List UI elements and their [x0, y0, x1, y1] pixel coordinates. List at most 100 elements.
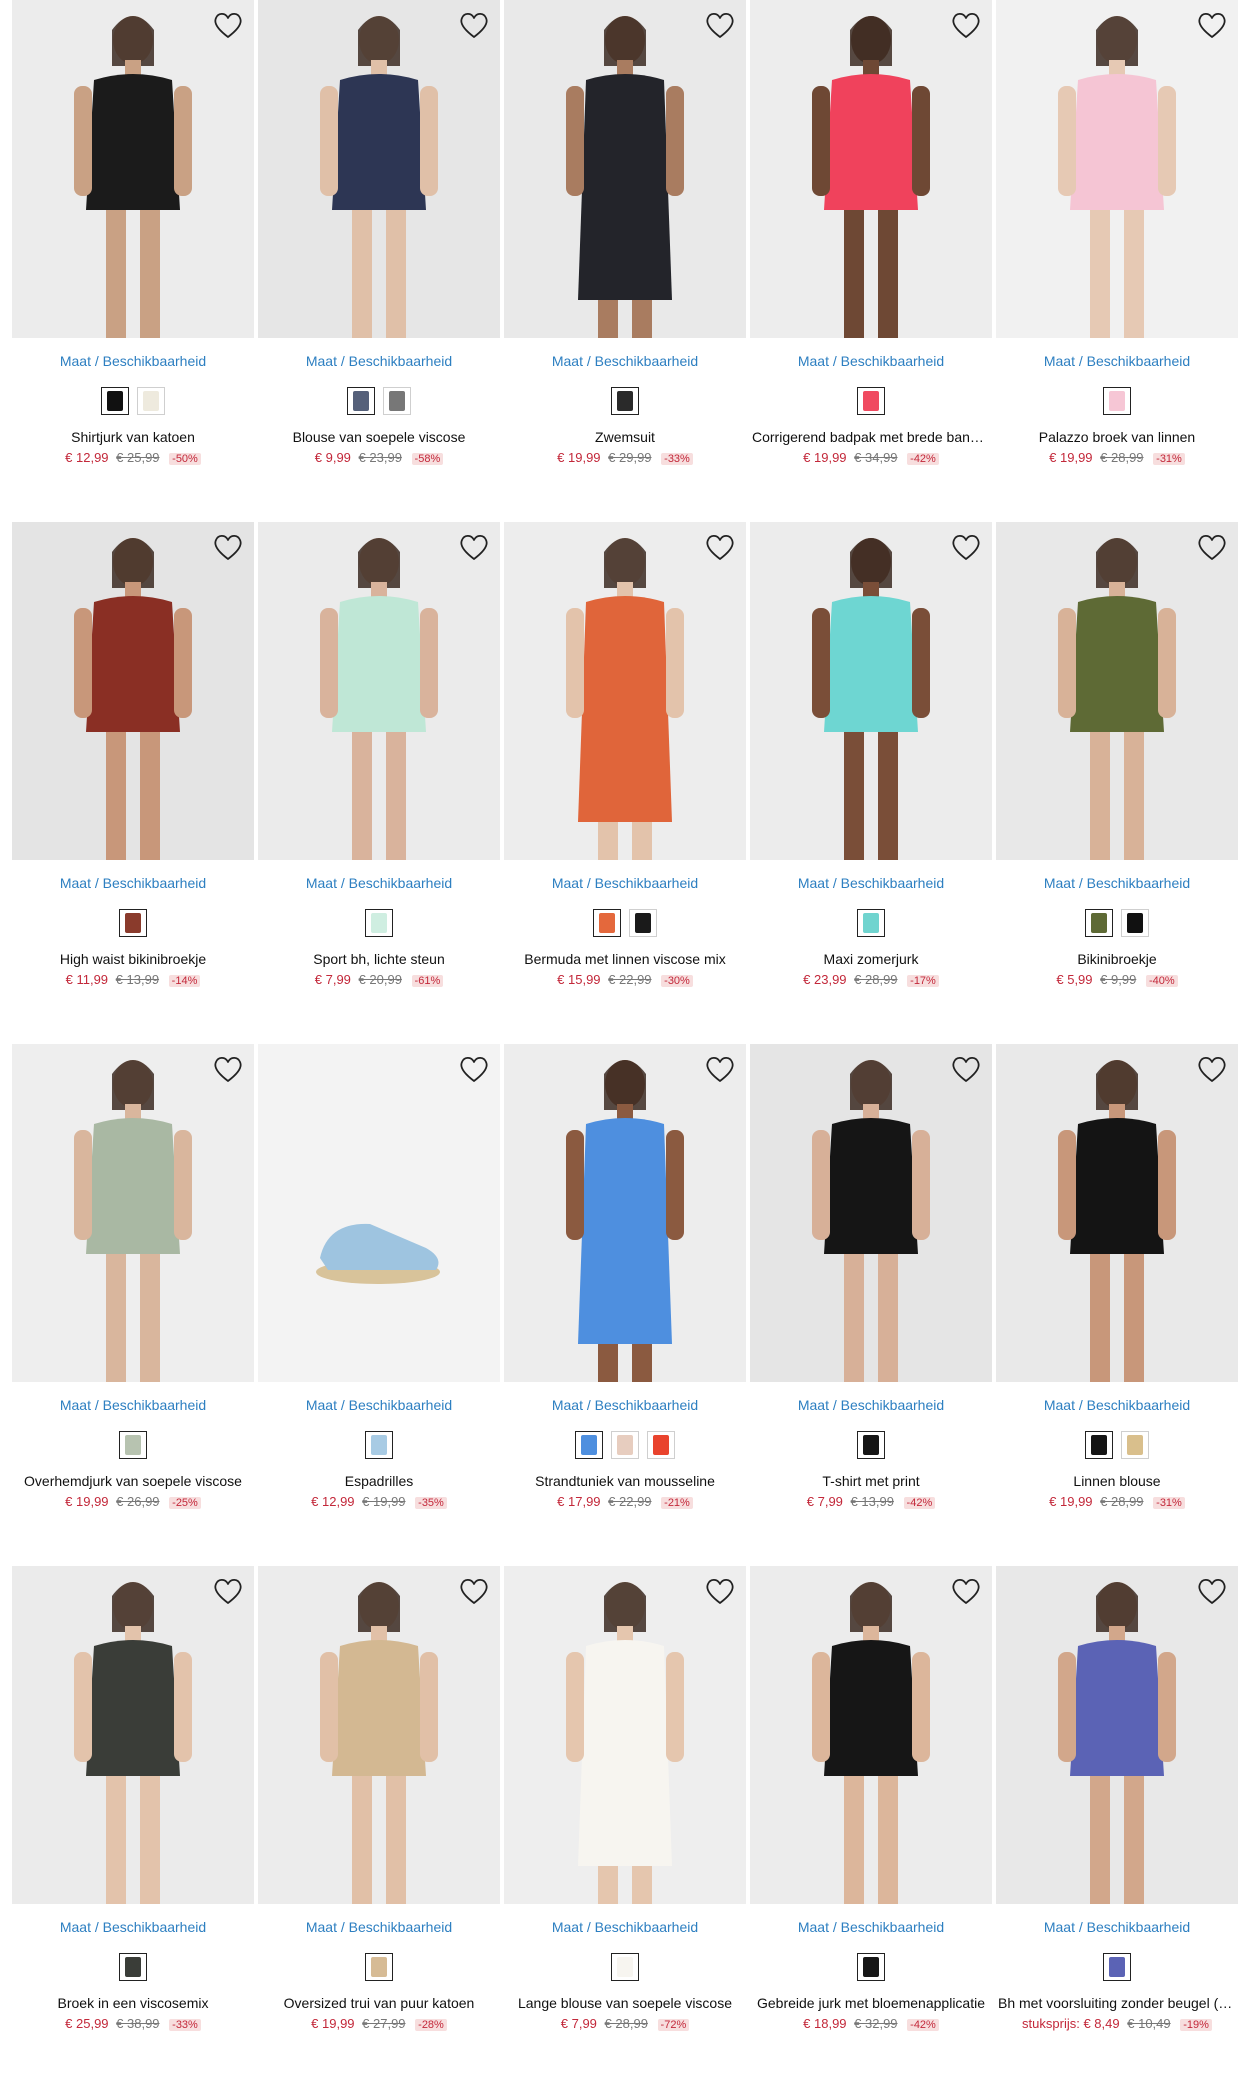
heart-icon[interactable] — [950, 1576, 982, 1606]
size-availability-link[interactable]: Maat / Beschikbaarheid — [996, 874, 1238, 892]
product-image[interactable] — [258, 522, 500, 860]
heart-icon[interactable] — [458, 532, 490, 562]
product-name[interactable]: Bermuda met linnen viscose mix — [504, 950, 746, 968]
heart-icon[interactable] — [950, 10, 982, 40]
product-image[interactable] — [750, 0, 992, 338]
product-card[interactable]: Maat / Beschikbaarheid Zwemsuit € 19,99 … — [504, 0, 746, 522]
product-name[interactable]: Espadrilles — [258, 1472, 500, 1490]
product-card[interactable]: Maat / Beschikbaarheid T-shirt met print… — [750, 1044, 992, 1566]
product-name[interactable]: Maxi zomerjurk — [750, 950, 992, 968]
heart-icon[interactable] — [212, 10, 244, 40]
product-image[interactable] — [750, 522, 992, 860]
product-card[interactable]: Maat / Beschikbaarheid Shirtjurk van kat… — [12, 0, 254, 522]
size-availability-link[interactable]: Maat / Beschikbaarheid — [504, 874, 746, 892]
heart-icon[interactable] — [1196, 1576, 1228, 1606]
color-swatch[interactable] — [857, 1431, 885, 1459]
color-swatch[interactable] — [857, 909, 885, 937]
size-availability-link[interactable]: Maat / Beschikbaarheid — [12, 352, 254, 370]
color-swatch[interactable] — [611, 1953, 639, 1981]
color-swatch[interactable] — [611, 387, 639, 415]
product-card[interactable]: Maat / Beschikbaarheid Palazzo broek van… — [996, 0, 1238, 522]
color-swatch[interactable] — [119, 1431, 147, 1459]
heart-icon[interactable] — [950, 1054, 982, 1084]
product-image[interactable] — [258, 1044, 500, 1382]
product-name[interactable]: Overhemdjurk van soepele viscose — [12, 1472, 254, 1490]
size-availability-link[interactable]: Maat / Beschikbaarheid — [504, 352, 746, 370]
product-card[interactable]: Maat / Beschikbaarheid High waist bikini… — [12, 522, 254, 1044]
product-image[interactable] — [12, 522, 254, 860]
heart-icon[interactable] — [212, 1054, 244, 1084]
product-name[interactable]: Linnen blouse — [996, 1472, 1238, 1490]
product-name[interactable]: Palazzo broek van linnen — [996, 428, 1238, 446]
color-swatch[interactable] — [857, 387, 885, 415]
color-swatch[interactable] — [383, 387, 411, 415]
color-swatch[interactable] — [119, 1953, 147, 1981]
product-card[interactable]: Maat / Beschikbaarheid Bh met voorsluiti… — [996, 1566, 1238, 2088]
color-swatch[interactable] — [611, 1431, 639, 1459]
heart-icon[interactable] — [458, 1576, 490, 1606]
color-swatch[interactable] — [1103, 387, 1131, 415]
heart-icon[interactable] — [458, 10, 490, 40]
color-swatch[interactable] — [365, 1431, 393, 1459]
product-image[interactable] — [12, 1044, 254, 1382]
color-swatch[interactable] — [1121, 909, 1149, 937]
color-swatch[interactable] — [1121, 1431, 1149, 1459]
heart-icon[interactable] — [950, 532, 982, 562]
size-availability-link[interactable]: Maat / Beschikbaarheid — [258, 352, 500, 370]
product-image[interactable] — [750, 1044, 992, 1382]
product-image[interactable] — [504, 0, 746, 338]
product-name[interactable]: Broek in een viscosemix — [12, 1994, 254, 2012]
product-name[interactable]: Oversized trui van puur katoen — [258, 1994, 500, 2012]
size-availability-link[interactable]: Maat / Beschikbaarheid — [750, 352, 992, 370]
product-name[interactable]: Strandtuniek van mousseline — [504, 1472, 746, 1490]
product-name[interactable]: Bikinibroekje — [996, 950, 1238, 968]
heart-icon[interactable] — [212, 532, 244, 562]
product-card[interactable]: Maat / Beschikbaarheid Sport bh, lichte … — [258, 522, 500, 1044]
size-availability-link[interactable]: Maat / Beschikbaarheid — [996, 352, 1238, 370]
product-card[interactable]: Maat / Beschikbaarheid Lange blouse van … — [504, 1566, 746, 2088]
heart-icon[interactable] — [212, 1576, 244, 1606]
product-name[interactable]: T-shirt met print — [750, 1472, 992, 1490]
product-card[interactable]: Maat / Beschikbaarheid Corrigerend badpa… — [750, 0, 992, 522]
product-name[interactable]: Bh met voorsluiting zonder beugel (2 stu… — [996, 1994, 1238, 2012]
product-name[interactable]: Corrigerend badpak met brede bandjes — [750, 428, 992, 446]
product-card[interactable]: Maat / Beschikbaarheid Blouse van soepel… — [258, 0, 500, 522]
product-image[interactable] — [12, 0, 254, 338]
heart-icon[interactable] — [1196, 10, 1228, 40]
product-image[interactable] — [504, 522, 746, 860]
size-availability-link[interactable]: Maat / Beschikbaarheid — [996, 1396, 1238, 1414]
product-image[interactable] — [750, 1566, 992, 1904]
size-availability-link[interactable]: Maat / Beschikbaarheid — [750, 1396, 992, 1414]
heart-icon[interactable] — [1196, 532, 1228, 562]
color-swatch[interactable] — [365, 909, 393, 937]
product-image[interactable] — [996, 1044, 1238, 1382]
product-image[interactable] — [504, 1044, 746, 1382]
product-card[interactable]: Maat / Beschikbaarheid Espadrilles € 12,… — [258, 1044, 500, 1566]
size-availability-link[interactable]: Maat / Beschikbaarheid — [750, 1918, 992, 1936]
size-availability-link[interactable]: Maat / Beschikbaarheid — [996, 1918, 1238, 1936]
size-availability-link[interactable]: Maat / Beschikbaarheid — [12, 1918, 254, 1936]
product-name[interactable]: Sport bh, lichte steun — [258, 950, 500, 968]
product-card[interactable]: Maat / Beschikbaarheid Gebreide jurk met… — [750, 1566, 992, 2088]
product-image[interactable] — [996, 0, 1238, 338]
heart-icon[interactable] — [704, 1054, 736, 1084]
product-card[interactable]: Maat / Beschikbaarheid Strandtuniek van … — [504, 1044, 746, 1566]
size-availability-link[interactable]: Maat / Beschikbaarheid — [258, 1396, 500, 1414]
size-availability-link[interactable]: Maat / Beschikbaarheid — [258, 1918, 500, 1936]
product-name[interactable]: High waist bikinibroekje — [12, 950, 254, 968]
product-name[interactable]: Shirtjurk van katoen — [12, 428, 254, 446]
heart-icon[interactable] — [704, 10, 736, 40]
size-availability-link[interactable]: Maat / Beschikbaarheid — [504, 1918, 746, 1936]
product-image[interactable] — [12, 1566, 254, 1904]
color-swatch[interactable] — [101, 387, 129, 415]
size-availability-link[interactable]: Maat / Beschikbaarheid — [258, 874, 500, 892]
product-image[interactable] — [258, 1566, 500, 1904]
product-card[interactable]: Maat / Beschikbaarheid Overhemdjurk van … — [12, 1044, 254, 1566]
color-swatch[interactable] — [119, 909, 147, 937]
color-swatch[interactable] — [1085, 909, 1113, 937]
product-image[interactable] — [996, 1566, 1238, 1904]
color-swatch[interactable] — [857, 1953, 885, 1981]
heart-icon[interactable] — [704, 1576, 736, 1606]
color-swatch[interactable] — [593, 909, 621, 937]
size-availability-link[interactable]: Maat / Beschikbaarheid — [12, 1396, 254, 1414]
